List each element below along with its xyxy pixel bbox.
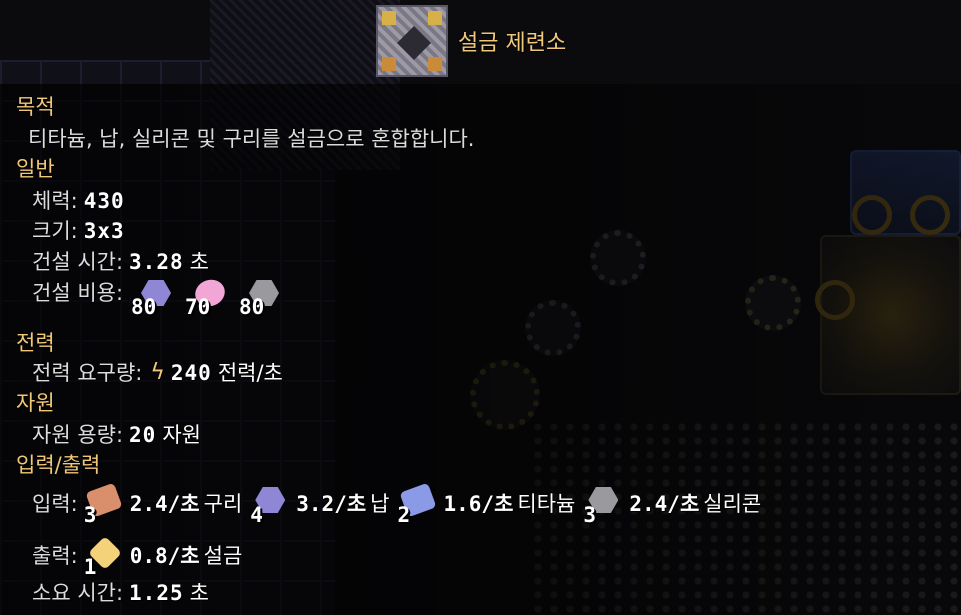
input-rate: 3.2/초 xyxy=(296,492,367,516)
health-row: 체력: 430 xyxy=(32,188,125,214)
purpose-heading: 목적 xyxy=(16,95,55,119)
input-count: 2 xyxy=(397,503,411,527)
build-time-value: 3.28 xyxy=(129,250,184,274)
build-time-row: 건설 시간: 3.28 초 xyxy=(32,249,209,275)
input-rate: 2.4/초 xyxy=(629,492,700,516)
block-info-panel: 목적 티타늄, 납, 실리콘 및 구리를 설금으로 혼합합니다. 일반 체력: … xyxy=(0,84,961,615)
output-count: 1 xyxy=(83,555,97,579)
power-use-value: 240 xyxy=(170,361,212,385)
input-label: 입력: xyxy=(32,492,78,516)
item-capacity-unit: 자원 xyxy=(162,423,201,447)
build-cost-item: 80 xyxy=(239,280,293,324)
build-cost-row: 건설 비용: 80 70 80 xyxy=(32,275,293,324)
lightning-icon: ϟ xyxy=(150,360,165,385)
input-name: 구리 xyxy=(203,492,243,516)
craft-time-label: 소요 시간: xyxy=(32,581,124,605)
build-cost-label: 건설 비용: xyxy=(32,281,124,305)
input-rate: 1.6/초 xyxy=(443,492,514,516)
size-value: 3x3 xyxy=(83,219,125,243)
item-capacity-value: 20 xyxy=(129,423,157,447)
size-row: 크기: 3x3 xyxy=(32,218,125,244)
output-item: 1 xyxy=(84,536,126,579)
input-item: 2 xyxy=(398,482,440,527)
output-label: 출력: xyxy=(32,544,78,568)
purpose-description: 티타늄, 납, 실리콘 및 구리를 설금으로 혼합합니다. xyxy=(28,127,475,151)
block-title: 설금 제련소 xyxy=(458,31,567,56)
build-cost-list: 80 70 80 xyxy=(131,275,293,324)
input-name: 티타늄 xyxy=(517,492,576,516)
io-heading: 입력/출력 xyxy=(16,453,101,477)
input-count: 3 xyxy=(583,503,597,527)
craft-time-unit: 초 xyxy=(189,581,209,605)
craft-time-value: 1.25 xyxy=(129,581,184,605)
input-count: 3 xyxy=(83,503,97,527)
build-cost-amount: 80 xyxy=(239,295,265,319)
power-use-row: 전력 요구량: ϟ 240 전력/초 xyxy=(32,360,283,386)
health-label: 체력: xyxy=(32,189,78,213)
item-capacity-row: 자원 용량: 20 자원 xyxy=(32,422,201,448)
item-capacity-label: 자원 용량: xyxy=(32,423,124,447)
size-label: 크기: xyxy=(32,219,78,243)
input-row: 입력: 3 2.4/초 구리 4 3.2/초 납 2 1.6/초 티타늄 3 2… xyxy=(32,482,769,527)
output-name: 설금 xyxy=(203,544,243,568)
surge-smelter-icon xyxy=(376,5,448,77)
build-time-unit: 초 xyxy=(189,250,209,274)
power-heading: 전력 xyxy=(16,331,55,355)
build-cost-amount: 80 xyxy=(131,295,157,319)
craft-time-row: 소요 시간: 1.25 초 xyxy=(32,580,209,606)
health-value: 430 xyxy=(83,189,125,213)
input-rate: 2.4/초 xyxy=(129,492,200,516)
input-item: 4 xyxy=(250,484,292,527)
general-heading: 일반 xyxy=(16,157,55,181)
block-header: 설금 제련소 xyxy=(376,4,566,78)
input-item: 3 xyxy=(583,484,625,527)
power-use-unit: 전력/초 xyxy=(217,361,283,385)
resources-heading: 자원 xyxy=(16,391,55,415)
input-count: 4 xyxy=(250,503,263,527)
build-cost-item: 70 xyxy=(185,275,239,324)
build-cost-amount: 70 xyxy=(185,295,211,319)
output-row: 출력: 1 0.8/초 설금 xyxy=(32,536,250,579)
output-rate: 0.8/초 xyxy=(129,544,200,568)
build-time-label: 건설 시간: xyxy=(32,250,124,274)
build-cost-item: 80 xyxy=(131,280,185,324)
input-name: 납 xyxy=(370,492,390,516)
input-item: 3 xyxy=(84,482,126,527)
input-name: 실리콘 xyxy=(703,492,762,516)
power-use-label: 전력 요구량: xyxy=(32,361,143,385)
